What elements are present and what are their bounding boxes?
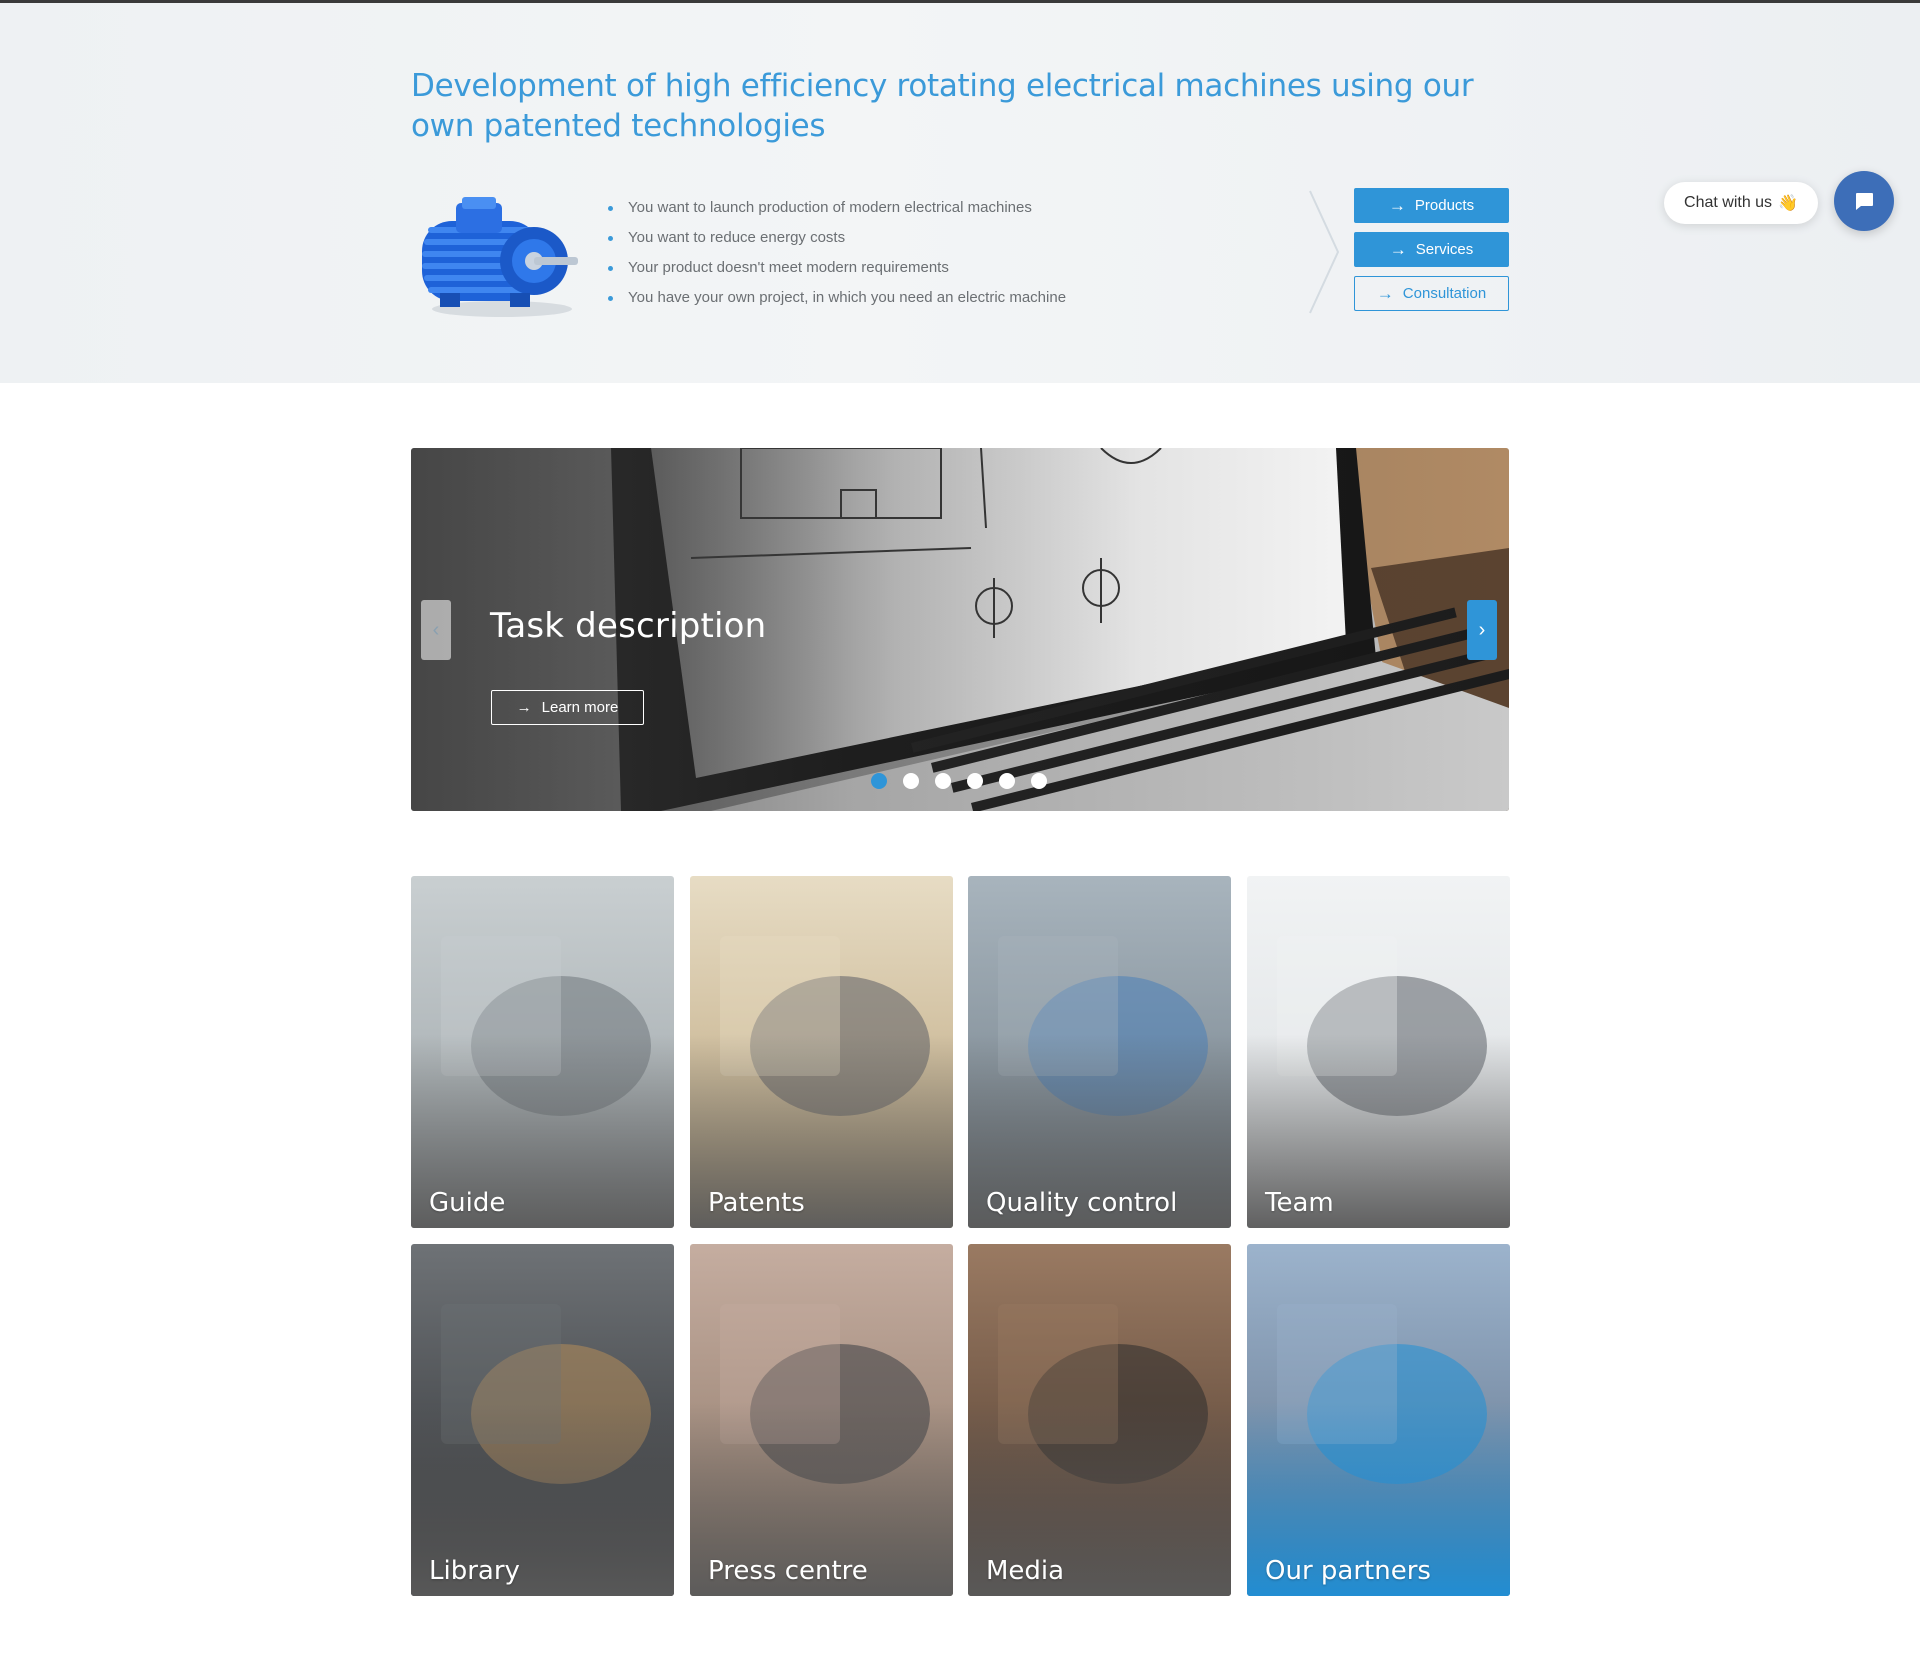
slider-next-button[interactable]: ›	[1467, 600, 1497, 660]
tile-label: Guide	[429, 1188, 506, 1218]
slider-dot[interactable]	[903, 773, 919, 789]
tile-quality-control[interactable]: Quality control	[968, 876, 1231, 1228]
tile-photo	[968, 1244, 1231, 1596]
learn-more-button[interactable]: → Learn more	[491, 690, 644, 725]
benefit-item: You want to reduce energy costs	[606, 223, 1066, 253]
hero-title: Development of high efficiency rotating …	[411, 68, 1474, 144]
products-button[interactable]: → Products	[1354, 188, 1509, 223]
tile-photo	[968, 876, 1231, 1228]
benefit-item: Your product doesn't meet modern require…	[606, 253, 1066, 283]
tile-press-centre[interactable]: Press centre	[690, 1244, 953, 1596]
slider-pagination	[871, 773, 1047, 789]
tile-label: Our partners	[1265, 1556, 1431, 1586]
tile-photo	[1247, 876, 1510, 1228]
slider-prev-button[interactable]: ‹	[421, 600, 451, 660]
tile-photo	[411, 1244, 674, 1596]
waving-hand-icon: 👋	[1778, 195, 1798, 212]
hero-section: Development of high efficiency rotating …	[0, 3, 1920, 383]
consultation-button-label: Consultation	[1402, 285, 1487, 302]
consultation-button[interactable]: → Consultation	[1354, 276, 1509, 311]
tile-label: Media	[986, 1556, 1065, 1586]
benefit-item: You have your own project, in which you …	[606, 283, 1066, 313]
slider-dot[interactable]	[967, 773, 983, 789]
chat-open-button[interactable]	[1834, 171, 1894, 231]
tile-photo	[690, 1244, 953, 1596]
tile-our-partners[interactable]: Our partners	[1247, 1244, 1510, 1596]
tile-patents[interactable]: Patents	[690, 876, 953, 1228]
chat-with-us-bubble[interactable]: Chat with us 👋	[1664, 182, 1818, 224]
slider-dot[interactable]	[871, 773, 887, 789]
electric-motor-image	[422, 197, 578, 317]
chevron-divider-icon	[1309, 190, 1340, 314]
learn-more-label: Learn more	[541, 699, 619, 716]
tile-label: Quality control	[986, 1188, 1178, 1218]
tile-photo	[1247, 1244, 1510, 1596]
chevron-left-icon: ‹	[432, 618, 440, 641]
tile-media[interactable]: Media	[968, 1244, 1231, 1596]
tile-photo	[411, 876, 674, 1228]
hero-slider: Task description → Learn more ‹ ›	[411, 448, 1509, 811]
services-button-label: Services	[1415, 241, 1474, 258]
chat-label: Chat with us	[1684, 194, 1773, 211]
chevron-right-icon: ›	[1478, 618, 1486, 641]
tile-label: Press centre	[708, 1556, 868, 1586]
slider-dot[interactable]	[935, 773, 951, 789]
tile-team[interactable]: Team	[1247, 876, 1510, 1228]
arrow-right-icon: →	[516, 699, 532, 716]
products-button-label: Products	[1414, 197, 1475, 214]
services-button[interactable]: → Services	[1354, 232, 1509, 267]
arrow-right-icon: →	[1376, 284, 1394, 303]
benefit-item: You want to launch production of modern …	[606, 193, 1066, 223]
arrow-right-icon: →	[1389, 240, 1407, 259]
slider-dot[interactable]	[999, 773, 1015, 789]
tile-label: Patents	[708, 1188, 805, 1218]
tile-label: Team	[1265, 1188, 1334, 1218]
arrow-right-icon: →	[1388, 196, 1406, 215]
benefit-list: You want to launch production of modern …	[606, 193, 1066, 313]
slide-caption: Task description	[490, 606, 767, 646]
slider-dot[interactable]	[1031, 773, 1047, 789]
tile-label: Library	[429, 1556, 520, 1586]
chat-icon	[1856, 193, 1873, 210]
tile-library[interactable]: Library	[411, 1244, 674, 1596]
tile-guide[interactable]: Guide	[411, 876, 674, 1228]
tile-photo	[690, 876, 953, 1228]
